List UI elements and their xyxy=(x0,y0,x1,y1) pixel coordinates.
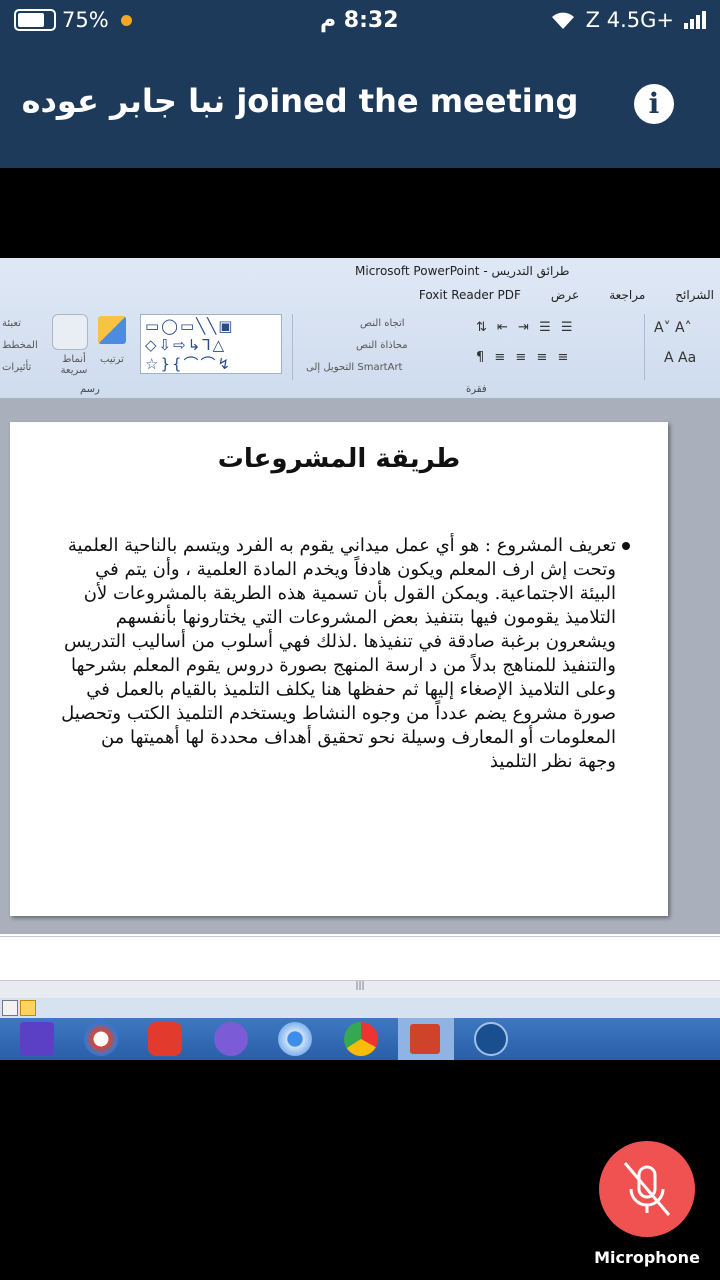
windows-taskbar xyxy=(0,1018,720,1060)
network-type: Z 4.5G+ xyxy=(585,8,674,32)
font-size-tools[interactable]: A˅ A˄ xyxy=(654,320,692,336)
ribbon-separator xyxy=(644,314,645,380)
window-title: Microsoft PowerPoint - طرائق التدريس xyxy=(355,264,570,278)
quick-styles-label: أنماط سريعة xyxy=(60,354,88,376)
font-color-tools[interactable]: A Aa xyxy=(664,350,696,366)
meeting-header: 75% 8:32 م Z 4.5G+ نبا جابر عوده joined … xyxy=(0,0,720,168)
fill-button[interactable]: تعبئة xyxy=(2,318,21,329)
powerpoint-icon xyxy=(410,1024,440,1054)
bullet-icon xyxy=(622,542,630,550)
notes-pane[interactable] xyxy=(0,936,720,981)
microphone-label: Microphone xyxy=(594,1248,700,1267)
effects-button[interactable]: تأثيرات xyxy=(2,362,31,373)
slide-sorter-icon[interactable] xyxy=(20,1000,36,1016)
status-time: 8:32 م xyxy=(320,8,399,33)
info-icon[interactable]: i xyxy=(634,84,674,124)
wifi-icon xyxy=(551,12,574,29)
webcam-app-icon[interactable] xyxy=(474,1022,508,1056)
tab-view[interactable]: عرض xyxy=(551,288,579,302)
paragraph-group-label: فقرة xyxy=(466,384,487,395)
paragraph-tools-row1[interactable]: ⇅ ⇤ ⇥ ☰ ☰ xyxy=(476,320,576,335)
browser-app-icon[interactable] xyxy=(84,1022,118,1056)
quick-styles-icon[interactable] xyxy=(52,314,88,350)
media-app-icon[interactable] xyxy=(20,1022,54,1056)
shared-screen: Microsoft PowerPoint - طرائق التدريس الش… xyxy=(0,258,720,1060)
chrome-blue-icon[interactable] xyxy=(278,1022,312,1056)
record-app-icon[interactable] xyxy=(148,1022,182,1056)
outline-button[interactable]: المخطط xyxy=(2,340,38,351)
tab-review[interactable]: مراجعة xyxy=(609,288,645,302)
slide: طريقة المشروعات تعريف المشروع : هو أي عم… xyxy=(10,422,668,916)
text-direction-button[interactable]: اتجاه النص xyxy=(360,318,405,329)
ribbon-separator xyxy=(292,314,293,380)
tab-foxit[interactable]: Foxit Reader PDF xyxy=(419,288,521,302)
join-banner: نبا جابر عوده joined the meeting xyxy=(21,82,579,120)
ribbon-tabs: الشرائح مراجعة عرض Foxit Reader PDF xyxy=(419,288,720,302)
normal-view-icon[interactable] xyxy=(2,1000,18,1016)
battery-icon xyxy=(14,9,56,31)
mic-muted-icon xyxy=(623,1162,671,1216)
microphone-button[interactable] xyxy=(599,1141,695,1237)
network-indicator: Z 4.5G+ xyxy=(550,8,706,32)
slide-body-text: تعريف المشروع : هو أي عمل ميداني يقوم به… xyxy=(61,535,616,772)
smartart-button[interactable]: التحويل إلى SmartArt xyxy=(306,362,402,373)
battery-percent: 75% xyxy=(62,8,109,32)
signal-icon xyxy=(684,11,706,29)
chrome-icon[interactable] xyxy=(344,1022,378,1056)
arrange-label: ترتيب xyxy=(100,354,124,365)
arrange-icon[interactable] xyxy=(98,316,126,344)
charging-dot-icon xyxy=(120,14,132,26)
powerpoint-taskbar-button[interactable] xyxy=(398,1018,454,1060)
slide-title: طريقة المشروعات xyxy=(217,444,461,474)
paragraph-tools-row2[interactable]: ¶ ≡ ≡ ≡ ≡ xyxy=(476,350,571,365)
drawing-group-label: رسم xyxy=(80,384,100,395)
shapes-gallery[interactable]: ▭◯▭╲╲▣ ◇⇩⇨↳⅂△ ☆}{⌒⌒↯ xyxy=(140,314,282,374)
viber-icon[interactable] xyxy=(214,1022,248,1056)
app-status-bar xyxy=(0,998,720,1018)
status-bar: 75% 8:32 م Z 4.5G+ xyxy=(0,0,720,42)
powerpoint-ribbon: Microsoft PowerPoint - طرائق التدريس الش… xyxy=(0,258,720,399)
tab-slides[interactable]: الشرائح xyxy=(675,288,714,302)
battery-indicator: 75% xyxy=(14,8,132,32)
horizontal-scrollbar[interactable]: ||| xyxy=(0,980,720,999)
align-text-button[interactable]: محاذاة النص xyxy=(356,340,408,351)
